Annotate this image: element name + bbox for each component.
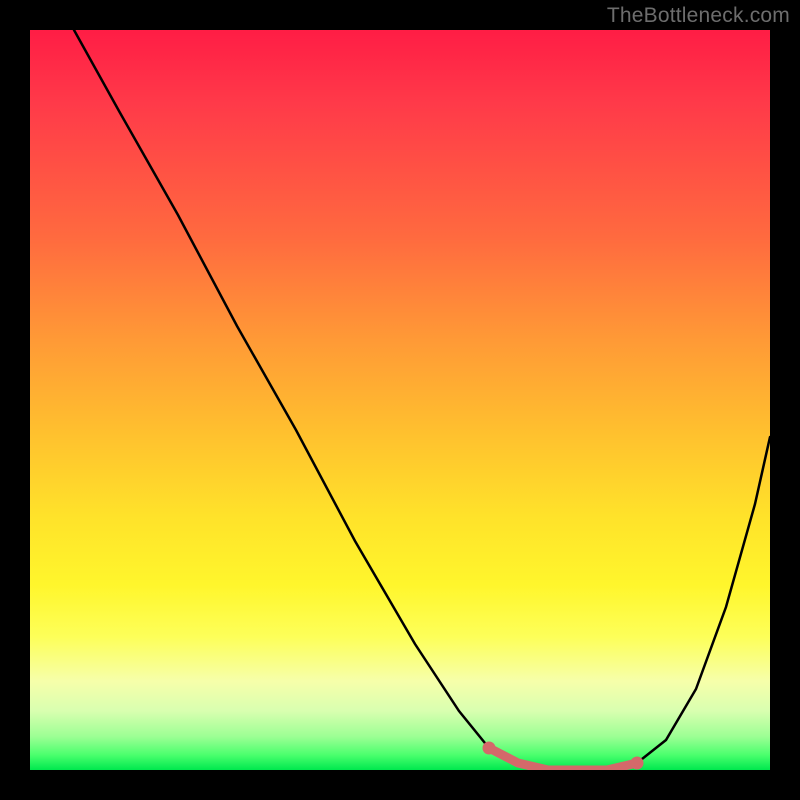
optimal-zone-start-icon [483, 742, 496, 755]
bottleneck-curve [74, 30, 770, 770]
optimal-zone-end-icon [631, 757, 644, 770]
plot-area [30, 30, 770, 770]
optimal-zone-marker [489, 748, 637, 770]
watermark-text: TheBottleneck.com [607, 4, 790, 28]
chart-frame: TheBottleneck.com [0, 0, 800, 800]
curve-layer [30, 30, 770, 770]
